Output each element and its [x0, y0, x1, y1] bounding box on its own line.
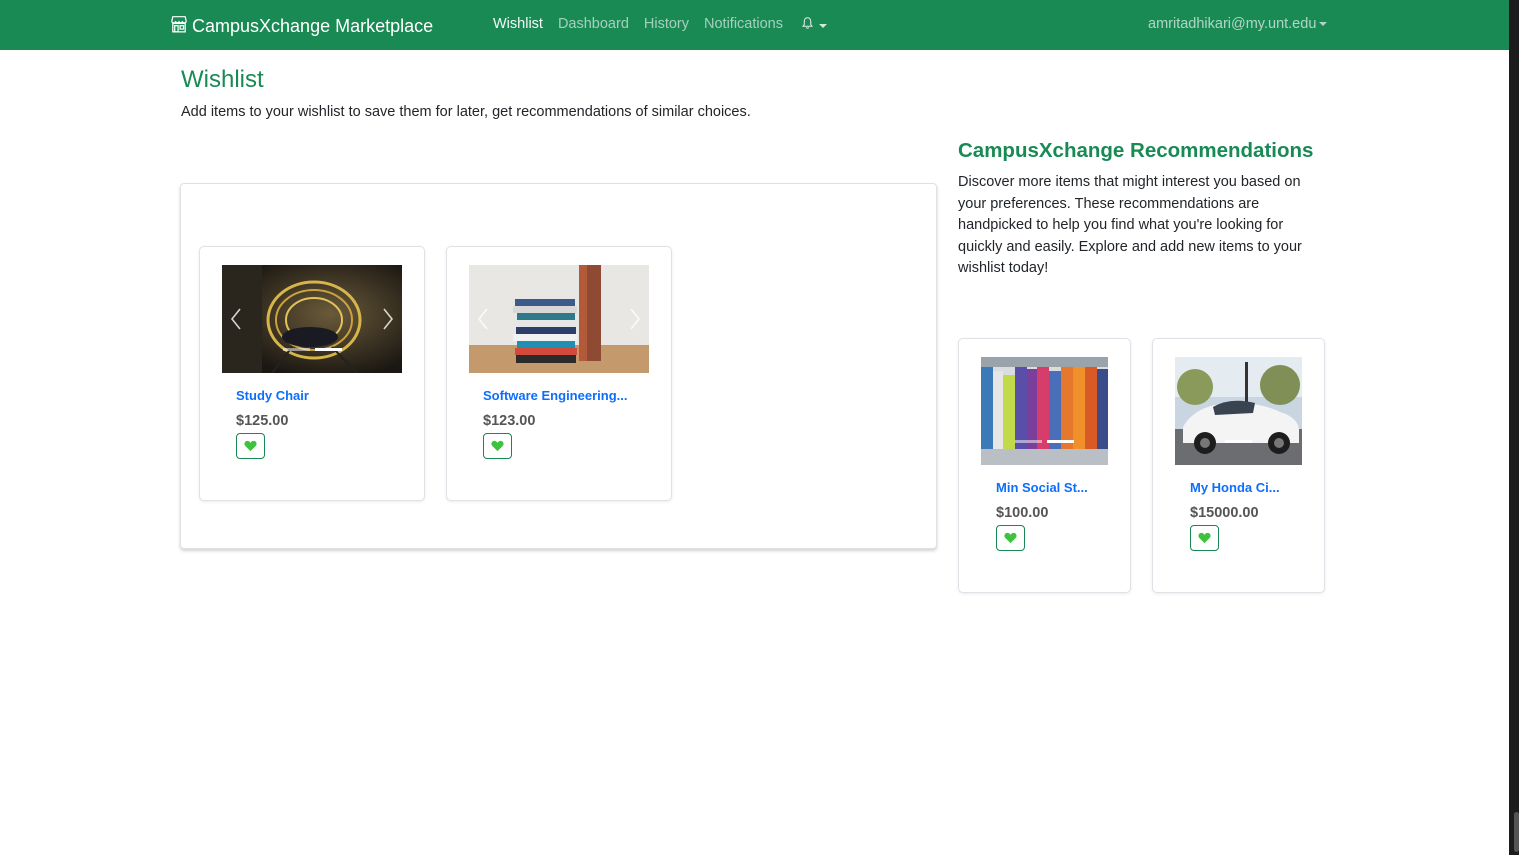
bell-icon [801, 16, 814, 35]
store-icon [170, 15, 188, 38]
chevron-down-icon [1319, 22, 1328, 27]
nav-links: Wishlist Dashboard History Notifications [493, 16, 827, 35]
item-title-link[interactable]: Study Chair [236, 388, 309, 403]
wishlist-toggle-button[interactable] [236, 433, 265, 459]
window-edge [1509, 0, 1519, 855]
green-heart-icon [491, 440, 504, 452]
page-subtitle: Add items to your wishlist to save them … [181, 104, 751, 120]
user-dropdown[interactable]: amritadhikari@my.unt.edu [1148, 16, 1328, 32]
carousel-next-icon[interactable] [629, 308, 641, 330]
user-email: amritadhikari@my.unt.edu [1148, 16, 1317, 32]
item-image-carousel[interactable] [222, 265, 402, 373]
carousel-prev-icon[interactable] [477, 308, 489, 330]
nav-dashboard[interactable]: Dashboard [558, 16, 629, 35]
item-title-link[interactable]: My Honda Ci... [1190, 480, 1280, 495]
wishlist-toggle-button[interactable] [483, 433, 512, 459]
item-price: $100.00 [996, 505, 1049, 521]
white-car-photo [1175, 357, 1302, 465]
wishlist-card: Software Engineering... $123.00 [446, 246, 672, 501]
green-heart-icon [1004, 532, 1017, 544]
carousel-indicator[interactable] [1225, 440, 1252, 443]
recommendations-description: Discover more items that might interest … [958, 174, 1302, 276]
wishlist-toggle-button[interactable] [996, 525, 1025, 551]
item-image-carousel[interactable] [1175, 357, 1302, 465]
chevron-down-icon [819, 23, 827, 28]
top-navbar: CampusXchange Marketplace Wishlist Dashb… [0, 0, 1509, 50]
recommendation-card: My Honda Ci... $15000.00 [1152, 338, 1325, 593]
carousel-indicators [1175, 440, 1302, 443]
wishlist-card: Study Chair $125.00 [199, 246, 425, 501]
brand-text: CampusXchange Marketplace [192, 15, 434, 36]
wishlist-panel: Study Chair $125.00 Software Engineering… [180, 183, 937, 549]
recommendation-card: Min Social St... $100.00 [958, 338, 1131, 593]
wishlist-toggle-button[interactable] [1190, 525, 1219, 551]
item-title-link[interactable]: Min Social St... [996, 480, 1088, 495]
carousel-indicator[interactable] [314, 348, 342, 351]
item-price: $15000.00 [1190, 505, 1259, 521]
carousel-indicator[interactable] [282, 348, 310, 351]
carousel-prev-icon[interactable] [230, 308, 242, 330]
item-price: $123.00 [483, 413, 536, 429]
carousel-indicator[interactable] [1047, 440, 1074, 443]
page-title: Wishlist [181, 66, 264, 93]
green-heart-icon [244, 440, 257, 452]
brand-link[interactable]: CampusXchange Marketplace [170, 14, 433, 38]
carousel-indicator[interactable] [1015, 440, 1042, 443]
scrollbar-thumb[interactable] [1514, 812, 1519, 852]
books-stack-photo [469, 265, 649, 373]
nav-history[interactable]: History [644, 16, 689, 35]
item-title-link[interactable]: Software Engineering... [483, 388, 627, 403]
item-image-carousel[interactable] [469, 265, 649, 373]
chair-photo [222, 265, 402, 373]
item-image-carousel[interactable] [981, 357, 1108, 465]
carousel-next-icon[interactable] [382, 308, 394, 330]
recommendations-title: CampusXchange Recommendations [958, 139, 1314, 162]
green-heart-icon [1198, 532, 1211, 544]
nav-notifications[interactable]: Notifications [704, 16, 783, 35]
carousel-indicators [222, 348, 402, 351]
notifications-dropdown[interactable] [801, 16, 827, 35]
bookshelf-photo [981, 357, 1108, 465]
carousel-indicators [981, 440, 1108, 443]
nav-wishlist[interactable]: Wishlist [493, 16, 543, 35]
item-price: $125.00 [236, 413, 289, 429]
